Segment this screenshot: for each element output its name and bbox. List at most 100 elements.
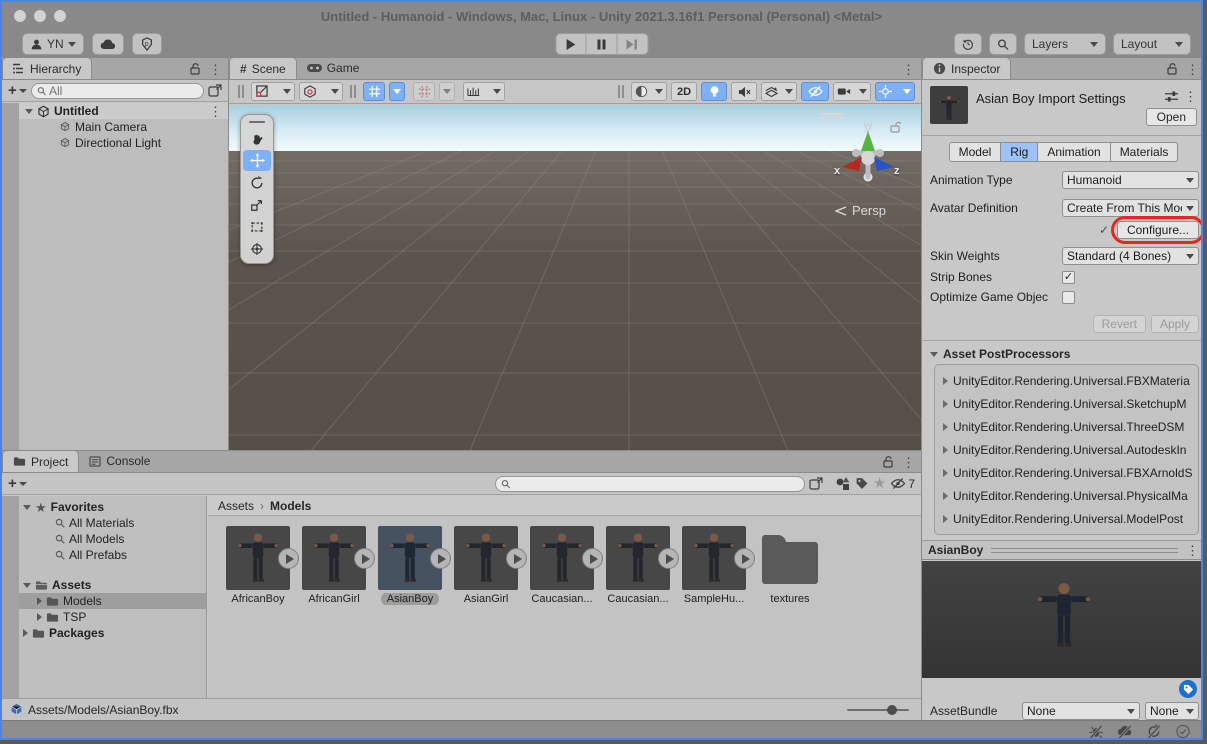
lock-icon[interactable] — [883, 456, 894, 468]
gizmos-dropdown[interactable] — [875, 82, 915, 101]
expand-asset-button[interactable] — [354, 548, 375, 569]
play-button[interactable] — [555, 33, 586, 55]
search-button[interactable] — [989, 33, 1017, 55]
scene-menu-icon[interactable]: ⋮ — [209, 105, 222, 118]
tab-rig[interactable]: Rig — [1001, 142, 1038, 162]
foldout-open-icon[interactable] — [25, 109, 33, 114]
move-tool[interactable] — [243, 150, 271, 171]
preview-viewport[interactable] — [922, 561, 1203, 678]
auto-refresh-disabled-icon[interactable] — [1146, 724, 1162, 739]
thumbnail-size-slider[interactable] — [847, 704, 909, 716]
layout-dropdown[interactable]: Layout — [1113, 33, 1191, 55]
grid-snapping-toggle[interactable]: Y — [363, 82, 385, 101]
postprocessor-item[interactable]: UnityEditor.Rendering.Universal.Sketchup… — [935, 392, 1198, 415]
tab-materials[interactable]: Materials — [1111, 142, 1179, 162]
transform-tool[interactable] — [243, 238, 271, 259]
strip-bones-checkbox[interactable]: ✓ — [1062, 271, 1075, 284]
optimize-game-objects-checkbox[interactable] — [1062, 291, 1075, 304]
account-dropdown[interactable]: YN — [22, 33, 84, 55]
project-search[interactable] — [495, 476, 805, 492]
scale-tool[interactable] — [243, 194, 271, 215]
preview-resize-handle[interactable] — [991, 548, 1178, 553]
hierarchy-item-main-camera[interactable]: Main Camera — [19, 119, 228, 135]
apply-button[interactable]: Apply — [1151, 315, 1199, 333]
scene-viewport[interactable]: x z y Persp — [229, 105, 921, 450]
expand-asset-button[interactable] — [734, 548, 755, 569]
panel-menu-icon[interactable]: ⋮ — [1186, 63, 1199, 76]
toolbar-drag-handle[interactable] — [618, 85, 624, 98]
overlay-drag-handle[interactable] — [249, 121, 265, 123]
tab-inspector[interactable]: Inspector — [922, 57, 1011, 79]
measure-dropdown[interactable] — [463, 82, 505, 101]
rect-tool[interactable] — [243, 216, 271, 237]
search-by-label-icon[interactable] — [855, 477, 869, 490]
undo-history-button[interactable] — [954, 33, 982, 55]
panel-menu-icon[interactable]: ⋮ — [209, 63, 222, 76]
tool-settings-dropdown[interactable] — [251, 82, 295, 101]
configure-button[interactable]: Configure... — [1117, 221, 1199, 239]
postprocessor-item[interactable]: UnityEditor.Rendering.Universal.ModelPos… — [935, 507, 1198, 530]
tree-all-materials[interactable]: All Materials — [19, 515, 206, 531]
hand-tool[interactable] — [243, 128, 271, 149]
cloud-services-button[interactable] — [92, 33, 124, 55]
project-search-input[interactable] — [513, 477, 798, 491]
step-button[interactable] — [617, 33, 648, 55]
tree-all-prefabs[interactable]: All Prefabs — [19, 547, 206, 563]
open-button[interactable]: Open — [1146, 108, 1197, 126]
asset-samplehumanoid[interactable]: SampleHu... — [679, 526, 749, 605]
asset-labels-button[interactable] — [1179, 680, 1197, 698]
scene-row-untitled[interactable]: Untitled ⋮ — [19, 103, 228, 119]
toolbar-drag-handle[interactable] — [350, 85, 356, 98]
scene-visibility-toggle[interactable] — [801, 82, 829, 101]
postprocessor-item[interactable]: UnityEditor.Rendering.Universal.Autodesk… — [935, 438, 1198, 461]
asset-africangirl[interactable]: AfricanGirl — [299, 526, 369, 605]
lighting-toggle[interactable] — [701, 82, 727, 101]
toolbar-drag-handle[interactable] — [238, 85, 244, 98]
grid-snapping-dropdown[interactable] — [389, 82, 405, 101]
tree-packages[interactable]: Packages — [19, 625, 206, 641]
postprocessor-item[interactable]: UnityEditor.Rendering.Universal.Physical… — [935, 484, 1198, 507]
animation-type-dropdown[interactable]: Humanoid — [1062, 171, 1199, 189]
asset-caucasiangirl[interactable]: Caucasian... — [603, 526, 673, 605]
effects-dropdown[interactable] — [761, 82, 797, 101]
orientation-gizmo[interactable]: x z y — [832, 125, 902, 195]
assetbundle-variant-dropdown[interactable]: None — [1145, 702, 1199, 720]
tree-favorites[interactable]: ★ Favorites — [19, 499, 206, 515]
asset-caucasianboy[interactable]: Caucasian... — [527, 526, 597, 605]
snap-increment-dropdown[interactable] — [439, 82, 455, 101]
lock-icon[interactable] — [190, 63, 201, 75]
asset-asiangirl[interactable]: AsianGirl — [451, 526, 521, 605]
collab-disabled-icon[interactable] — [1117, 724, 1133, 739]
breadcrumb-models[interactable]: Models — [270, 499, 311, 513]
postprocessor-item[interactable]: UnityEditor.Rendering.Universal.FBXArnol… — [935, 461, 1198, 484]
open-in-window-icon[interactable] — [208, 84, 222, 97]
skin-weights-dropdown[interactable]: Standard (4 Bones) — [1062, 247, 1199, 265]
revert-button[interactable]: Revert — [1093, 315, 1146, 333]
tab-animation[interactable]: Animation — [1038, 142, 1110, 162]
open-in-window-icon[interactable] — [809, 477, 823, 490]
create-object-button[interactable]: + — [8, 83, 27, 98]
presets-icon[interactable] — [1164, 90, 1179, 103]
asset-textures-folder[interactable]: textures — [755, 526, 825, 605]
pivot-dropdown[interactable] — [299, 82, 343, 101]
lock-icon[interactable] — [1167, 63, 1178, 75]
2d-toggle[interactable]: 2D — [671, 82, 697, 101]
perspective-label[interactable]: Persp — [835, 203, 886, 218]
asset-africanboy[interactable]: AfricanBoy — [223, 526, 293, 605]
tab-project[interactable]: Project — [2, 450, 79, 472]
favorites-star-icon[interactable]: ★ — [873, 476, 886, 491]
postprocessor-item[interactable]: UnityEditor.Rendering.Universal.ThreeDSM — [935, 415, 1198, 438]
tree-all-models[interactable]: All Models — [19, 531, 206, 547]
expand-asset-button[interactable] — [506, 548, 527, 569]
tab-hierarchy[interactable]: Hierarchy — [2, 57, 92, 79]
debugger-disabled-icon[interactable] — [1088, 724, 1104, 739]
tree-assets[interactable]: Assets — [19, 577, 206, 593]
preview-header[interactable]: AsianBoy ⋮ — [922, 540, 1203, 560]
panel-menu-icon[interactable]: ⋮ — [902, 63, 915, 76]
pause-button[interactable] — [586, 33, 617, 55]
tab-game[interactable]: Game — [297, 57, 370, 79]
tab-model[interactable]: Model — [949, 142, 1002, 162]
shading-mode-dropdown[interactable] — [631, 82, 667, 101]
breadcrumb-assets[interactable]: Assets — [218, 499, 254, 513]
avatar-definition-dropdown[interactable]: Create From This Moc — [1062, 199, 1199, 217]
